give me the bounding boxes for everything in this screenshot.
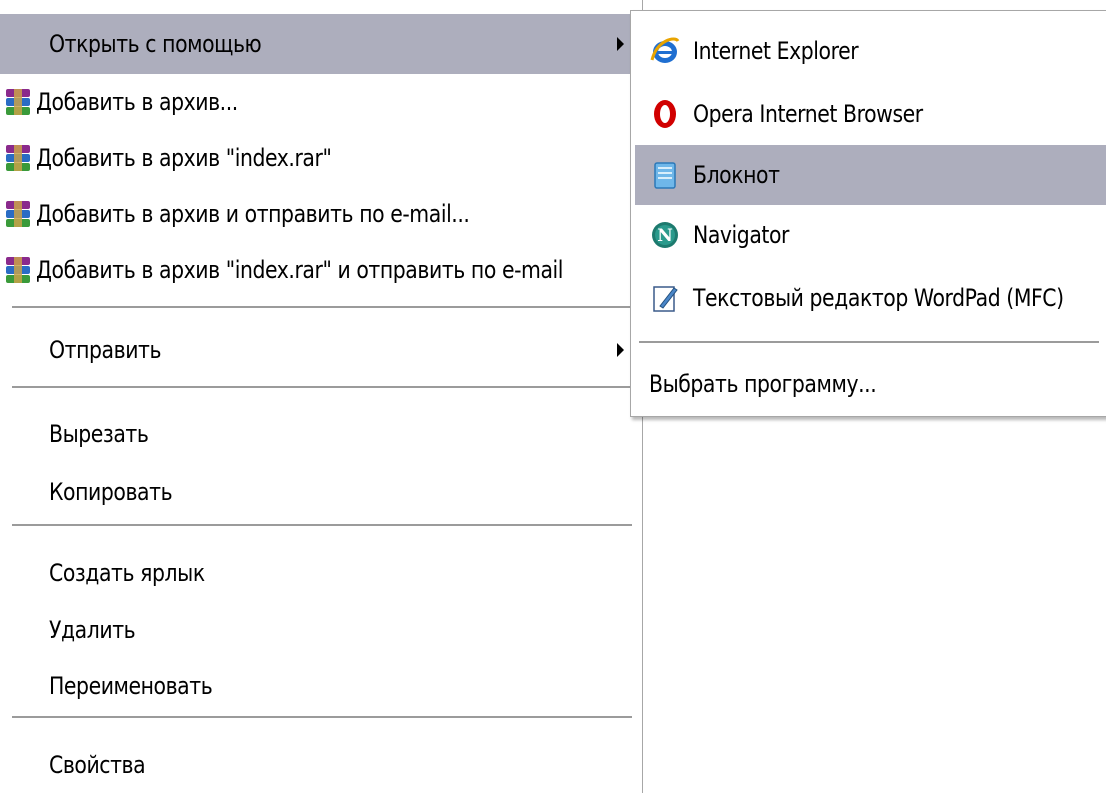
- menu-item-send-to[interactable]: Отправить: [0, 320, 634, 380]
- internet-explorer-icon: [649, 35, 681, 67]
- menu-item-label: Добавить в архив и отправить по e-mail..…: [36, 200, 470, 228]
- submenu-item-internet-explorer[interactable]: Internet Explorer: [635, 19, 1106, 83]
- menu-item-create-shortcut[interactable]: Создать ярлык: [0, 544, 634, 602]
- menu-item-label: Копировать: [49, 478, 173, 506]
- wordpad-icon: [649, 282, 681, 314]
- menu-item-add-to-index-rar-email[interactable]: Добавить в архив "index.rar" и отправить…: [0, 242, 634, 298]
- submenu-arrow-icon: [617, 343, 624, 357]
- menu-separator: [12, 716, 632, 718]
- menu-item-properties[interactable]: Свойства: [0, 736, 634, 793]
- context-menu: Открыть с помощью Добавить в архив... До…: [0, 0, 643, 793]
- menu-separator: [639, 341, 1099, 343]
- netscape-navigator-icon: N: [649, 219, 681, 251]
- menu-item-label: Создать ярлык: [49, 559, 205, 587]
- menu-separator: [12, 306, 632, 308]
- menu-separator: [12, 386, 632, 388]
- menu-item-add-to-archive-email[interactable]: Добавить в архив и отправить по e-mail..…: [0, 186, 634, 242]
- menu-item-add-to-index-rar[interactable]: Добавить в архив "index.rar": [0, 130, 634, 186]
- menu-item-add-to-archive[interactable]: Добавить в архив...: [0, 74, 634, 130]
- winrar-icon: [2, 198, 34, 230]
- submenu-item-navigator[interactable]: N Navigator: [635, 205, 1106, 265]
- submenu-arrow-icon: [617, 37, 624, 51]
- menu-item-cut[interactable]: Вырезать: [0, 404, 634, 464]
- winrar-icon: [2, 86, 34, 118]
- menu-separator: [12, 524, 632, 526]
- opera-icon: [649, 98, 681, 130]
- open-with-submenu: Internet Explorer Opera Internet Browser…: [630, 10, 1106, 417]
- menu-item-label: Удалить: [49, 616, 136, 644]
- winrar-icon: [2, 254, 34, 286]
- submenu-item-label: Блокнот: [693, 161, 780, 189]
- submenu-item-opera[interactable]: Opera Internet Browser: [635, 83, 1106, 145]
- submenu-item-label: Navigator: [693, 221, 789, 249]
- menu-item-label: Добавить в архив "index.rar": [36, 144, 332, 172]
- menu-item-label: Отправить: [49, 336, 162, 364]
- winrar-icon: [2, 142, 34, 174]
- menu-item-label: Добавить в архив...: [36, 88, 238, 116]
- menu-item-label: Открыть с помощью: [49, 30, 262, 58]
- menu-item-rename[interactable]: Переименовать: [0, 658, 634, 714]
- submenu-item-label: Текстовый редактор WordPad (MFC): [693, 284, 1064, 312]
- svg-text:N: N: [657, 226, 673, 246]
- menu-item-copy[interactable]: Копировать: [0, 464, 634, 520]
- menu-item-label: Вырезать: [49, 420, 149, 448]
- menu-item-label: Переименовать: [49, 672, 213, 700]
- notepad-icon: [649, 159, 681, 191]
- menu-item-label: Добавить в архив "index.rar" и отправить…: [36, 256, 564, 284]
- submenu-item-choose-program[interactable]: Выбрать программу...: [635, 355, 1106, 413]
- submenu-item-notepad[interactable]: Блокнот: [635, 145, 1106, 205]
- submenu-item-label: Opera Internet Browser: [693, 100, 923, 128]
- menu-item-label: Свойства: [49, 750, 146, 779]
- menu-item-delete[interactable]: Удалить: [0, 602, 634, 658]
- submenu-item-label: Internet Explorer: [693, 37, 859, 65]
- submenu-item-wordpad[interactable]: Текстовый редактор WordPad (MFC): [635, 265, 1106, 331]
- menu-item-open-with[interactable]: Открыть с помощью: [0, 14, 634, 74]
- submenu-item-label: Выбрать программу...: [649, 370, 877, 398]
